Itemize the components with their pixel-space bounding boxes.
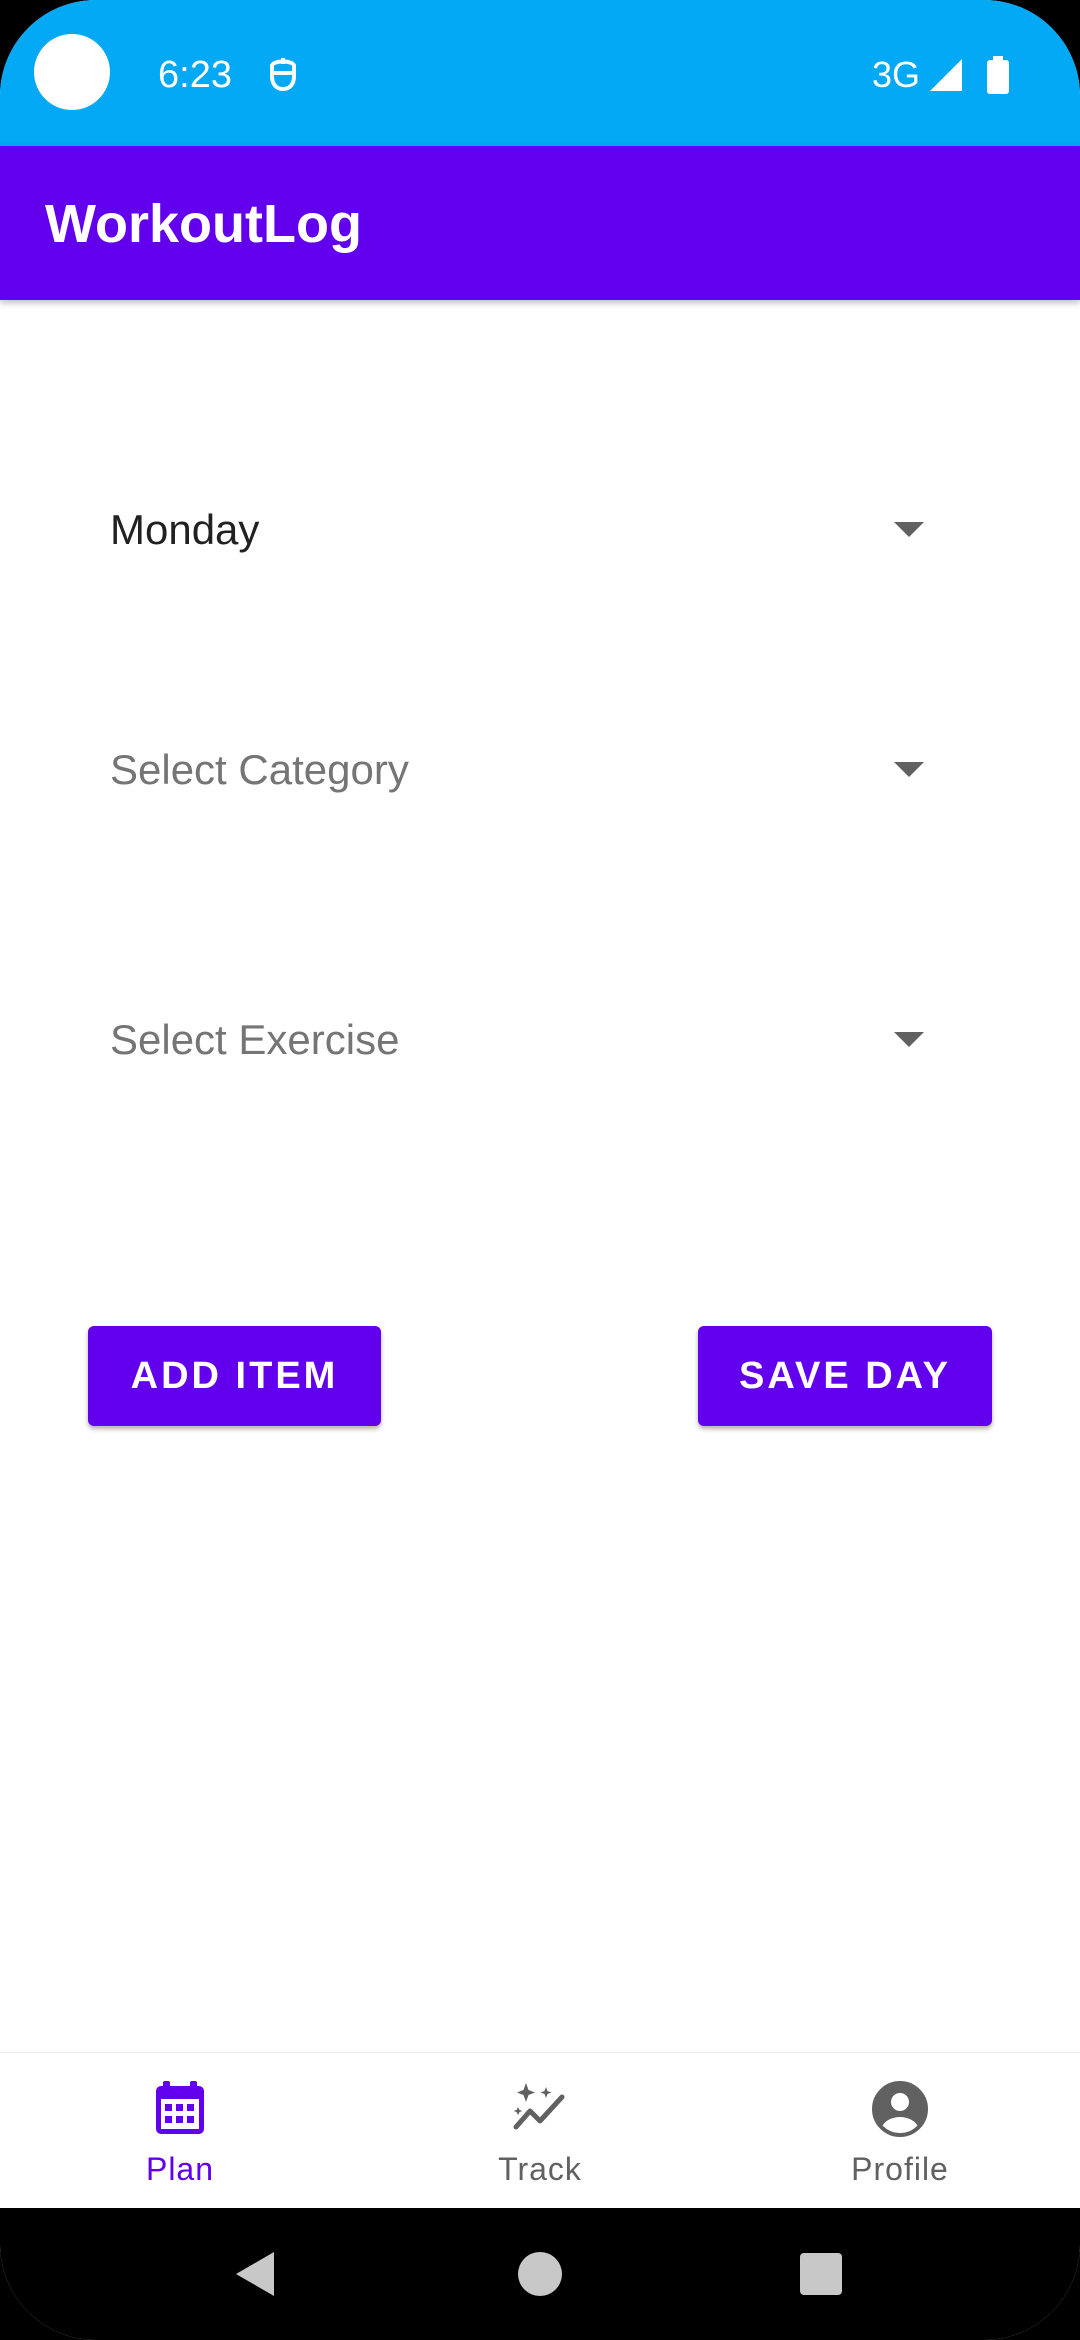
nav-item-track[interactable]: Track — [360, 2053, 720, 2209]
status-time: 6:23 — [158, 54, 232, 96]
signal-icon — [930, 59, 962, 91]
back-icon[interactable] — [236, 2252, 274, 2296]
dropdown-arrow-icon — [894, 522, 924, 537]
notification-icon — [270, 58, 296, 92]
nav-label-plan: Plan — [145, 2151, 215, 2187]
day-spinner-value: Monday — [110, 506, 260, 553]
status-bar: 6:23 3G — [0, 0, 1080, 146]
camera-cutout — [34, 34, 110, 110]
recents-icon[interactable] — [800, 2253, 842, 2295]
dropdown-arrow-icon — [894, 762, 924, 777]
category-spinner-placeholder: Select Category — [110, 746, 409, 793]
exercise-spinner-placeholder: Select Exercise — [110, 1016, 400, 1063]
home-icon[interactable] — [518, 2252, 562, 2296]
dropdown-arrow-icon — [894, 1032, 924, 1047]
category-spinner[interactable]: Select Category — [110, 716, 952, 826]
bottom-navigation: Plan Track Profile — [0, 2052, 1080, 2209]
account-circle-icon — [872, 2081, 928, 2137]
battery-icon — [987, 56, 1009, 94]
add-item-button[interactable]: ADD ITEM — [88, 1326, 381, 1426]
phone-screen: 6:23 3G WorkoutLog Monday Select Categor… — [0, 0, 1080, 2340]
status-right-group: 3G — [872, 52, 1010, 98]
nav-item-plan[interactable]: Plan — [0, 2053, 360, 2209]
app-bar: WorkoutLog — [0, 146, 1080, 300]
day-spinner[interactable]: Monday — [110, 476, 952, 586]
app-title: WorkoutLog — [45, 194, 362, 254]
network-type: 3G — [871, 54, 920, 95]
save-day-button[interactable]: SAVE DAY — [698, 1326, 992, 1426]
auto-graph-icon — [513, 2083, 565, 2130]
nav-item-profile[interactable]: Profile — [720, 2053, 1080, 2209]
nav-label-profile: Profile — [851, 2151, 949, 2187]
exercise-spinner[interactable]: Select Exercise — [110, 986, 952, 1096]
calendar-icon — [156, 2081, 204, 2134]
nav-label-track: Track — [498, 2151, 582, 2187]
